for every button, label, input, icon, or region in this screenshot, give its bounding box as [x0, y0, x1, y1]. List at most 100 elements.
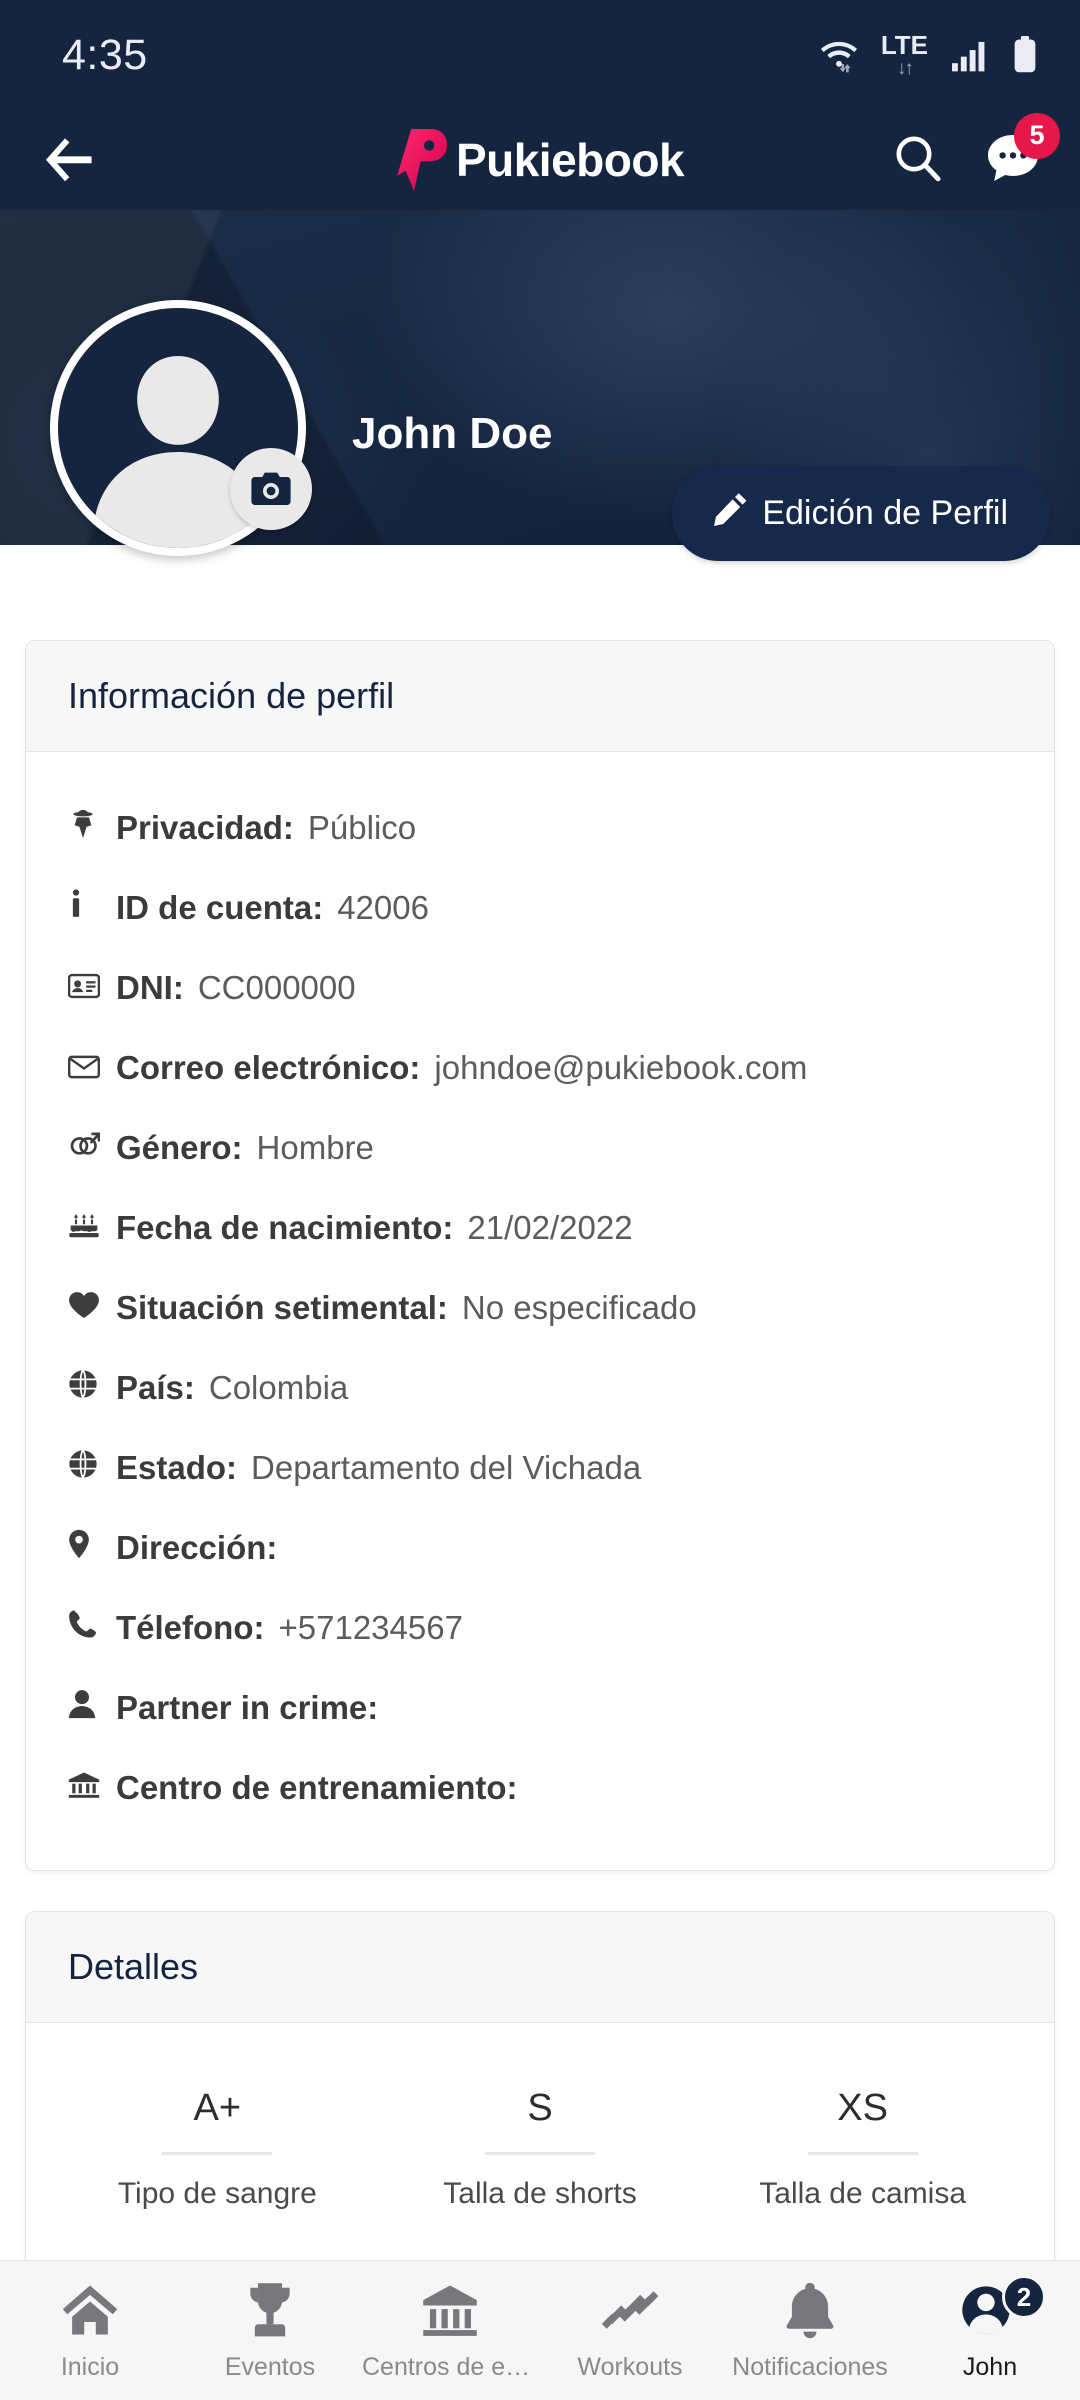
- pukiebook-logo-icon: [396, 129, 450, 191]
- profile-info-row: Privacidad: Público: [68, 788, 1012, 868]
- detail-label: Tipo de sangre: [117, 2177, 317, 2210]
- profile-info-list: Privacidad: Público ID de cuenta: 42006 DNI:…: [26, 752, 1054, 1870]
- wifi-icon: [819, 37, 859, 73]
- profile-info-label: Privacidad:: [116, 809, 294, 846]
- info-icon: [68, 889, 102, 927]
- profile-info-row: Fecha de nacimiento: 21/02/2022: [68, 1188, 1012, 1268]
- profile-info-value: Departamento del Vichada: [251, 1449, 642, 1486]
- profile-info-row: Dirección:: [68, 1508, 1012, 1588]
- bottom-nav-item-inicio[interactable]: Inicio: [0, 2279, 180, 2382]
- profile-info-value: Hombre: [256, 1129, 374, 1166]
- profile-info-label: Correo electrónico:: [116, 1049, 421, 1086]
- heart-icon: [68, 1291, 102, 1327]
- profile-info-label: Dirección:: [116, 1529, 278, 1566]
- bottom-nav-label: John: [962, 2353, 1018, 2381]
- detail-label: Talla de camisa: [759, 2177, 967, 2210]
- bottom-nav-item-john[interactable]: John 2: [900, 2275, 1080, 2382]
- app-bar-actions: 5: [892, 112, 1060, 189]
- bottom-nav-item-workouts[interactable]: Workouts: [540, 2279, 720, 2382]
- profile-info-card: Información de perfil Privacidad: Público…: [25, 640, 1055, 1871]
- phone-icon: [68, 1609, 102, 1647]
- change-photo-button[interactable]: [230, 448, 312, 530]
- profile-info-value: +571234567: [278, 1609, 463, 1646]
- profile-info-label: Partner in crime:: [116, 1689, 379, 1726]
- profile-info-row: País: Colombia: [68, 1348, 1012, 1428]
- bottom-nav-item-centros-de-entrena[interactable]: Centros de entrena…: [360, 2279, 540, 2382]
- brand-name: Pukiebook: [455, 134, 685, 186]
- bottom-nav-label: Eventos: [224, 2353, 316, 2381]
- profile-info-label: Centro de entrenamiento:: [116, 1769, 518, 1806]
- profile-info-value: johndoe@pukiebook.com: [434, 1049, 808, 1086]
- status-icon-group: LTE ↓↑: [819, 32, 1038, 78]
- bottom-nav-item-eventos[interactable]: Eventos: [180, 2279, 360, 2382]
- bottom-nav-badge: 2: [1002, 2275, 1046, 2319]
- globe-icon: [68, 1449, 102, 1487]
- gender-icon: [68, 1129, 102, 1167]
- birthday-cake-icon: [68, 1211, 102, 1247]
- pencil-icon: [714, 492, 748, 535]
- detail-cell: S Talla de shorts: [379, 2043, 702, 2255]
- back-button[interactable]: [40, 134, 110, 186]
- user-secret-icon: [68, 809, 102, 847]
- bank-icon: [421, 2279, 479, 2341]
- messages-badge: 5: [1014, 112, 1060, 159]
- profile-info-row: Género: Hombre: [68, 1108, 1012, 1188]
- profile-info-label: Estado:: [116, 1449, 238, 1486]
- globe-icon: [68, 1369, 102, 1407]
- profile-info-label: Télefono:: [116, 1609, 265, 1646]
- edit-profile-label: Edición de Perfil: [762, 494, 1008, 532]
- detail-cell: XS Talla de camisa: [701, 2043, 1024, 2255]
- search-icon: [896, 136, 941, 181]
- data-arrows-icon: ↓↑: [896, 58, 914, 79]
- id-card-icon: [67, 971, 102, 1007]
- profile-info-row: Télefono: +571234567: [68, 1588, 1012, 1668]
- profile-display-name: John Doe: [352, 409, 553, 458]
- battery-icon: [1012, 36, 1038, 74]
- bottom-nav-label: Workouts: [577, 2353, 683, 2381]
- profile-info-row: DNI: CC000000: [67, 948, 1012, 1028]
- profile-info-row: Correo electrónico: johndoe@pukiebook.com: [67, 1028, 1012, 1108]
- profile-info-row: Centro de entrenamiento:: [68, 1748, 1012, 1828]
- detail-cell: A+ Tipo de sangre: [56, 2043, 379, 2255]
- detail-separator: [162, 2152, 273, 2155]
- status-time: 4:35: [62, 30, 148, 79]
- profile-content-scroll[interactable]: Información de perfil Privacidad: Público…: [0, 600, 1080, 2400]
- edit-profile-button[interactable]: Edición de Perfil: [672, 466, 1050, 561]
- profile-info-label: Fecha de nacimiento:: [116, 1209, 454, 1246]
- profile-info-value: 21/02/2022: [467, 1209, 633, 1246]
- profile-info-row: Estado: Departamento del Vichada: [68, 1428, 1012, 1508]
- detail-label: Talla de shorts: [443, 2177, 637, 2210]
- details-card-title: Detalles: [26, 1912, 1054, 2023]
- search-button[interactable]: [892, 132, 944, 189]
- profile-info-label: DNI:: [116, 969, 184, 1006]
- profile-info-label: País:: [116, 1369, 195, 1406]
- status-bar: 4:35 LTE ↓↑: [0, 0, 1080, 110]
- dumbbell-icon: [601, 2279, 659, 2341]
- bottom-nav-label: Notificaciones: [732, 2353, 888, 2381]
- cellular-signal-icon: [950, 37, 990, 73]
- bank-icon: [68, 1771, 102, 1807]
- camera-icon: [251, 472, 291, 505]
- trophy-icon: [242, 2279, 298, 2341]
- home-icon: [61, 2279, 119, 2341]
- lte-icon: LTE ↓↑: [881, 32, 928, 78]
- bottom-navigation: Inicio Eventos Centros de entrena… Workouts…: [0, 2260, 1080, 2400]
- app-bar: Pukiebook 5: [0, 110, 1080, 210]
- profile-avatar[interactable]: [50, 300, 312, 556]
- profile-info-label: Situación setimental:: [116, 1289, 448, 1326]
- bell-icon: [783, 2279, 837, 2341]
- profile-info-value: Colombia: [208, 1369, 349, 1406]
- profile-info-card-title: Información de perfil: [26, 641, 1054, 752]
- detail-separator: [807, 2152, 918, 2155]
- back-arrow-icon: [46, 138, 92, 182]
- detail-value: S: [527, 2087, 553, 2129]
- app-screen: 4:35 LTE ↓↑ Pukiebook 5 John Doe Edición…: [0, 0, 1080, 2400]
- profile-info-value: CC000000: [197, 969, 356, 1006]
- map-marker-icon: [68, 1529, 102, 1567]
- profile-info-label: ID de cuenta:: [116, 889, 324, 926]
- bottom-nav-item-notificaciones[interactable]: Notificaciones: [720, 2279, 900, 2382]
- detail-separator: [484, 2152, 595, 2155]
- bottom-nav-label: Inicio: [60, 2353, 120, 2381]
- messages-button[interactable]: 5: [986, 112, 1060, 188]
- detail-value: XS: [837, 2087, 888, 2129]
